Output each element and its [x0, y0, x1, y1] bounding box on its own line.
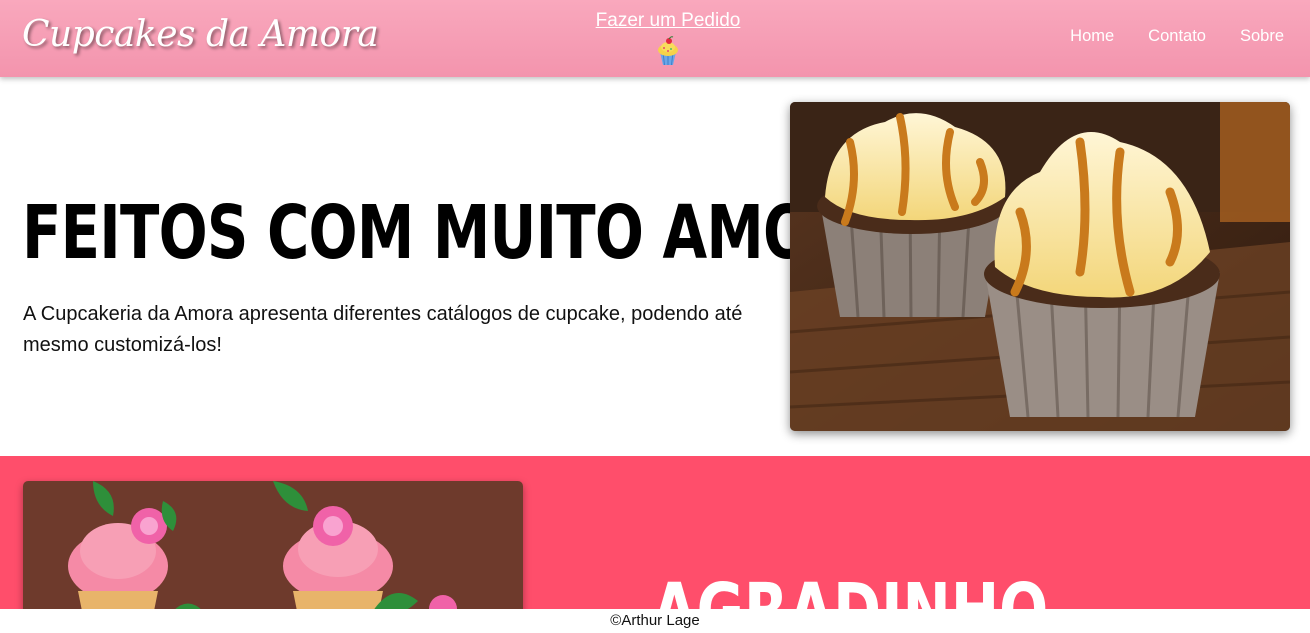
nav-contato[interactable]: Contato	[1148, 27, 1206, 46]
footer-credit: ©Arthur Lage	[610, 612, 700, 629]
hero-description: A Cupcakeria da Amora apresenta diferent…	[23, 303, 743, 356]
nav-home[interactable]: Home	[1070, 27, 1114, 46]
cupcake-icon[interactable]	[653, 36, 683, 66]
site-logo[interactable]: Cupcakes da Amora	[22, 14, 379, 55]
hero-cupcake-image	[790, 102, 1290, 431]
product-section: AGRADINHO	[0, 456, 1310, 633]
nav-sobre[interactable]: Sobre	[1240, 27, 1284, 46]
order-area: Fazer um Pedido	[580, 10, 756, 66]
site-header: Cupcakes da Amora Fazer um Pedido Home C…	[0, 0, 1310, 77]
hero-title: FEITOS COM MUITO AMOR	[22, 190, 856, 276]
order-link[interactable]: Fazer um Pedido	[580, 10, 756, 32]
main-nav: Home Contato Sobre	[1070, 27, 1284, 46]
site-footer: ©Arthur Lage	[0, 609, 1310, 633]
